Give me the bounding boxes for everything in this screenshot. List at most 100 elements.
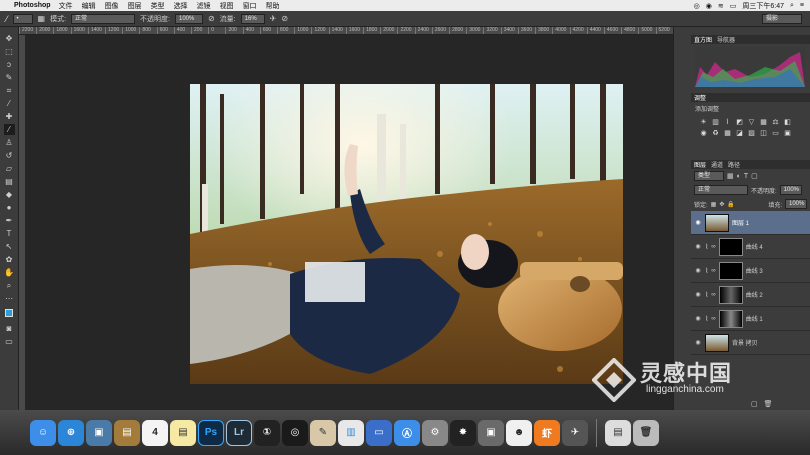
menu-layer[interactable]: 图层 <box>128 1 142 11</box>
tab-layers[interactable]: 图层 <box>694 160 706 169</box>
tab-channels[interactable]: 通道 <box>711 160 723 169</box>
app-menu[interactable]: Photoshop <box>14 2 51 9</box>
flow-field[interactable]: 16% <box>240 13 265 24</box>
notification-icon[interactable]: ≡ <box>800 2 804 9</box>
threshold-icon[interactable]: ◫ <box>759 129 768 137</box>
tab-navigator[interactable]: 导航器 <box>717 35 735 44</box>
notes-icon[interactable]: ▤ <box>170 419 196 446</box>
quick-select-tool-icon[interactable]: ✎ <box>4 72 15 83</box>
delete-layer-icon[interactable]: 🗑 <box>764 400 773 408</box>
opacity-field[interactable]: 100% <box>174 13 203 24</box>
dodge-tool-icon[interactable]: ● <box>4 202 15 213</box>
tab-paths[interactable]: 路径 <box>728 160 740 169</box>
visibility-eye-icon[interactable]: ◉ <box>694 219 702 226</box>
wifi-icon[interactable]: ≋ <box>718 2 724 10</box>
airbrush-icon[interactable]: ✈ <box>270 14 277 23</box>
safari-icon[interactable]: ⊕ <box>58 419 84 446</box>
color-lookup-icon[interactable]: ▦ <box>723 129 732 137</box>
visibility-eye-icon[interactable]: ◉ <box>694 315 702 322</box>
lock-pixels-icon[interactable]: ▦ <box>711 201 717 208</box>
pages-icon[interactable]: ✎ <box>310 419 336 446</box>
layer-row[interactable]: ◉ ⌇ ∞ 曲线 3 <box>691 259 810 283</box>
layer-row[interactable]: ◉ 背景 拷贝 <box>691 331 810 355</box>
layer-opacity-field[interactable]: 100% <box>779 185 802 195</box>
menu-filter[interactable]: 滤镜 <box>197 1 211 11</box>
filter-adjust-icon[interactable]: ◐ <box>737 173 741 180</box>
mode-select[interactable]: 正常 <box>71 13 136 24</box>
blend-mode-select[interactable]: 正常 <box>694 185 748 195</box>
invert-icon[interactable]: ◪ <box>735 129 744 137</box>
photo-filter-icon[interactable]: ◉ <box>699 129 708 137</box>
blur-tool-icon[interactable]: ◆ <box>4 189 15 200</box>
marquee-tool-icon[interactable]: ⬚ <box>4 46 15 57</box>
path-select-tool-icon[interactable]: ↖ <box>4 241 15 252</box>
visibility-eye-icon[interactable]: ◉ <box>694 267 702 274</box>
pressure-size-icon[interactable]: ⊘ <box>281 14 288 23</box>
preview-icon[interactable]: ▣ <box>86 419 112 446</box>
menu-image[interactable]: 图像 <box>105 1 119 11</box>
filter-pixel-icon[interactable]: ▦ <box>727 172 734 180</box>
photo-image[interactable] <box>190 84 623 384</box>
eyedropper-tool-icon[interactable]: ⁄ <box>4 98 15 109</box>
keynote-icon[interactable]: ▭ <box>366 419 392 446</box>
menu-type[interactable]: 类型 <box>151 1 165 11</box>
tab-adjustments[interactable]: 调整 <box>694 93 706 102</box>
menu-file[interactable]: 文件 <box>59 1 73 11</box>
notebook-icon[interactable]: ▤ <box>114 419 140 446</box>
move-tool-icon[interactable]: ✥ <box>4 33 15 44</box>
gradient-tool-icon[interactable]: ▤ <box>4 176 15 187</box>
gradient-map-icon[interactable]: ▭ <box>771 129 780 137</box>
black-white-icon[interactable]: ◧ <box>783 118 792 126</box>
menu-select[interactable]: 选择 <box>174 1 188 11</box>
brush-tool-icon[interactable]: ⁄ <box>6 14 8 24</box>
search-icon[interactable]: ⌕ <box>790 2 794 10</box>
aperture-icon[interactable]: ◎ <box>282 419 308 446</box>
exposure-icon[interactable]: ◩ <box>735 118 744 126</box>
layer-row[interactable]: ◉ ⌇ ∞ 曲线 4 <box>691 235 810 259</box>
pen-tool-icon[interactable]: ✒ <box>4 215 15 226</box>
system-preferences-icon[interactable]: ⚙ <box>422 419 448 446</box>
layer-row[interactable]: ◉ ⌇ ∞ 曲线 1 <box>691 307 810 331</box>
levels-icon[interactable]: ▥ <box>711 118 720 126</box>
brush-size-picker[interactable]: • <box>12 13 33 24</box>
clone-stamp-tool-icon[interactable]: ♙ <box>4 137 15 148</box>
type-tool-icon[interactable]: T <box>4 228 15 239</box>
trash-icon[interactable]: 🗑 <box>633 419 659 446</box>
channel-mixer-icon[interactable]: ♻ <box>711 129 720 137</box>
final-cut-icon[interactable]: ✸ <box>450 419 476 446</box>
foreground-color-swatch[interactable] <box>5 309 13 317</box>
filter-type-icon[interactable]: T <box>744 173 748 180</box>
brush-tool-icon[interactable]: ⁄ <box>3 124 15 135</box>
crop-tool-icon[interactable]: ⌗ <box>4 85 15 96</box>
layer-row[interactable]: ◉ ⌇ ∞ 曲线 2 <box>691 283 810 307</box>
screen-mode-icon[interactable]: ▭ <box>4 336 15 347</box>
visibility-eye-icon[interactable]: ◉ <box>694 291 702 298</box>
image-capture-icon[interactable]: ▣ <box>478 419 504 446</box>
launchpad-icon[interactable]: ✈ <box>562 419 588 446</box>
lock-all-icon[interactable]: 🔒 <box>727 201 734 208</box>
photoshop-icon[interactable]: Ps <box>198 419 224 446</box>
tab-histogram[interactable]: 直方图 <box>694 35 712 44</box>
zoom-tool-icon[interactable]: ⌕ <box>4 280 15 291</box>
eraser-tool-icon[interactable]: ▱ <box>4 163 15 174</box>
qq-icon[interactable]: ☻ <box>506 419 532 446</box>
selective-color-icon[interactable]: ▣ <box>783 129 792 137</box>
brush-panel-icon[interactable]: ▦ <box>38 14 46 23</box>
workspace-select[interactable]: 摄影 <box>762 13 802 24</box>
volume-icon[interactable]: ◉ <box>706 2 712 10</box>
xiami-icon[interactable]: 虾 <box>534 419 560 446</box>
lasso-tool-icon[interactable]: ↄ <box>4 59 15 70</box>
layer-filter-select[interactable]: 类型 <box>694 171 724 181</box>
new-layer-icon[interactable]: ▢ <box>751 400 758 408</box>
posterize-icon[interactable]: ▨ <box>747 129 756 137</box>
clock[interactable]: 周三下午6:47 <box>742 1 784 11</box>
lightroom-icon[interactable]: Lr <box>226 419 252 446</box>
battery-icon[interactable]: ▭ <box>730 2 737 10</box>
menu-window[interactable]: 窗口 <box>243 1 257 11</box>
downloads-icon[interactable]: ▤ <box>605 419 631 446</box>
menu-help[interactable]: 帮助 <box>266 1 280 11</box>
filter-shape-icon[interactable]: ▢ <box>751 172 758 180</box>
lock-position-icon[interactable]: ✥ <box>719 201 724 208</box>
curves-icon[interactable]: ⌇ <box>723 118 732 126</box>
calendar-icon[interactable]: 4 <box>142 419 168 446</box>
